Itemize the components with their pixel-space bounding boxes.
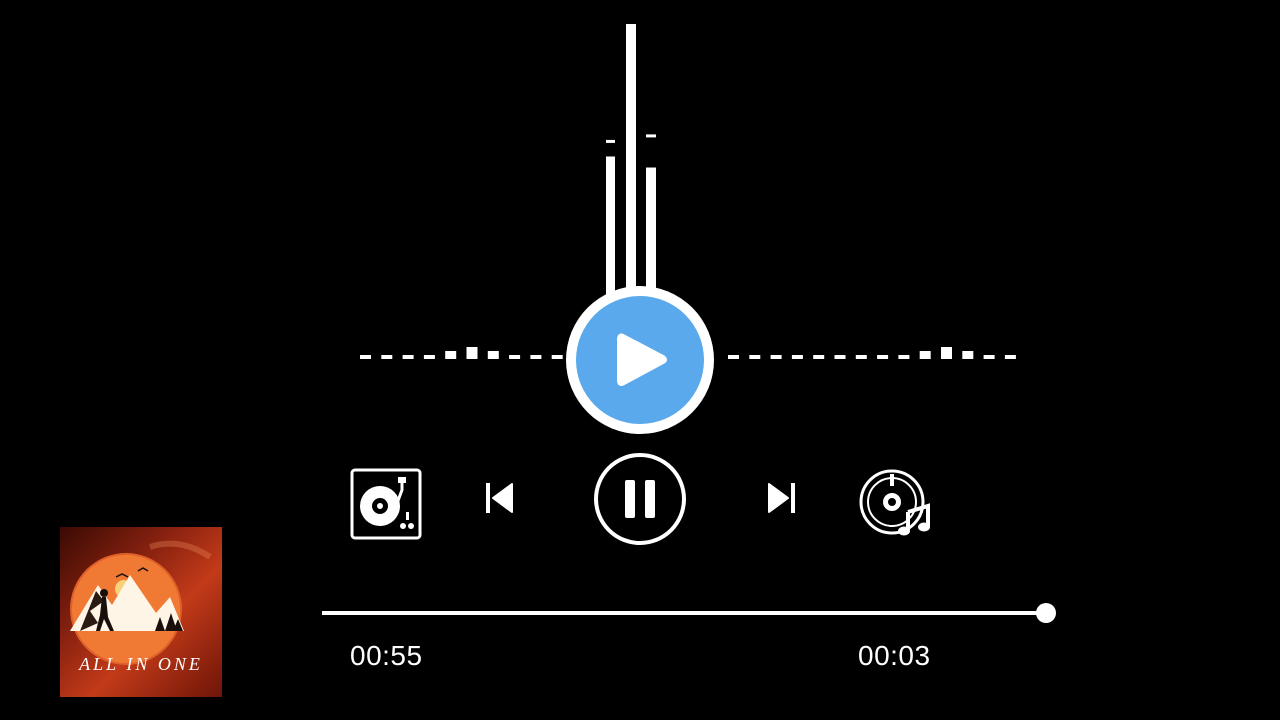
visualizer-bar <box>423 355 435 359</box>
visualizer-bar <box>834 355 846 359</box>
progress-fill <box>322 611 1046 615</box>
visualizer-bar <box>855 355 867 359</box>
visualizer-bar <box>1004 355 1016 359</box>
visualizer-bar <box>813 355 825 359</box>
visualizer-bar <box>402 355 414 359</box>
pause-icon <box>594 453 686 545</box>
visualizer-peak-bar <box>626 24 636 300</box>
visualizer-bar <box>445 351 457 359</box>
visualizer-bar <box>360 355 371 359</box>
previous-button[interactable] <box>484 480 516 516</box>
visualizer-bar <box>898 355 910 359</box>
visualizer-bar <box>509 355 521 359</box>
visualizer-bar <box>962 351 974 359</box>
visualizer-bar <box>487 351 499 359</box>
album-cover-text: ALL IN ONE <box>79 654 203 674</box>
visualizer-bar <box>551 355 563 359</box>
visualizer-peak-bar <box>606 156 615 300</box>
visualizer-bar <box>381 355 393 359</box>
visualizer-bar <box>877 355 889 359</box>
visualizer-bar <box>749 355 761 359</box>
turntable-button[interactable] <box>350 468 422 540</box>
turntable-icon <box>350 468 422 540</box>
visualizer-bar <box>983 355 995 359</box>
visualizer-peak-marker <box>606 139 615 143</box>
play-button[interactable] <box>566 286 714 434</box>
visualizer-peak-bar <box>646 167 656 300</box>
play-icon <box>617 333 667 386</box>
visualizer-bar <box>466 347 478 359</box>
elapsed-time: 00:55 <box>350 640 423 671</box>
visualizer-bar <box>919 351 931 359</box>
pause-button[interactable] <box>592 451 688 547</box>
skip-previous-icon <box>486 483 513 513</box>
progress-bar[interactable] <box>322 603 1056 623</box>
music-library-button[interactable] <box>858 468 934 540</box>
visualizer-bar <box>530 355 542 359</box>
progress-thumb[interactable] <box>1036 603 1056 623</box>
visualizer-bar <box>791 355 803 359</box>
remaining-time: 00:03 <box>858 640 931 671</box>
visualizer-bar <box>770 355 782 359</box>
visualizer-bar <box>728 355 739 359</box>
visualizer-bar <box>941 347 952 359</box>
visualizer-peak-marker <box>646 134 656 138</box>
next-button[interactable] <box>766 480 798 516</box>
skip-next-icon <box>768 483 795 513</box>
music-disc-icon <box>859 469 930 536</box>
album-cover: ALL IN ONE <box>60 527 222 697</box>
